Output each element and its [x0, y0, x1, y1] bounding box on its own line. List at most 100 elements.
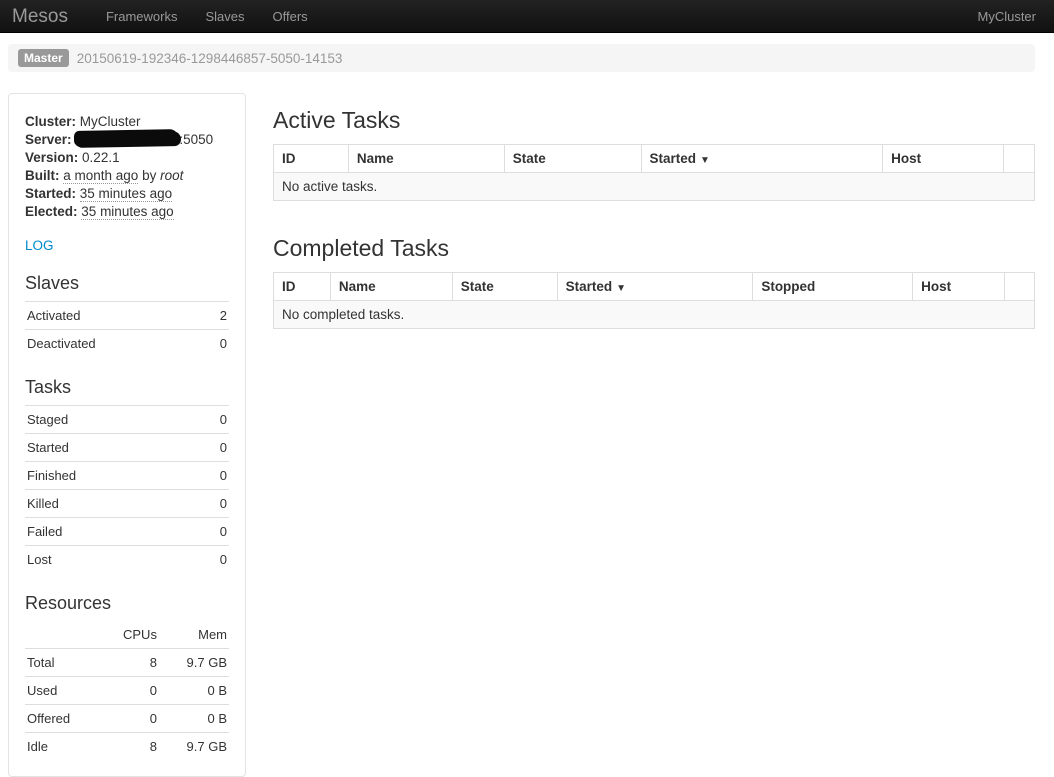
tasks-finished-label: Finished [25, 462, 193, 490]
slaves-activated-label: Activated [25, 302, 202, 330]
active-col-state[interactable]: State [504, 145, 641, 173]
table-row: Staged 0 [25, 406, 229, 434]
table-row: Lost 0 [25, 546, 229, 574]
cluster-name-label: MyCluster [977, 9, 1042, 24]
completed-col-started[interactable]: Started▼ [557, 273, 753, 301]
sort-desc-icon: ▼ [700, 155, 710, 166]
table-row: Used 0 0 B [25, 677, 229, 705]
resources-used-mem: 0 B [159, 677, 229, 705]
log-link[interactable]: LOG [25, 238, 54, 253]
cluster-row: Cluster: MyCluster [25, 113, 229, 131]
slaves-table: Activated 2 Deactivated 0 [25, 301, 229, 357]
completed-col-actions [1004, 273, 1034, 301]
master-id: 20150619-192346-1298446857-5050-14153 [77, 51, 343, 66]
main-content: Active Tasks ID Name State Started▼ Host… [273, 93, 1035, 329]
table-row: Offered 0 0 B [25, 705, 229, 733]
tasks-lost-label: Lost [25, 546, 193, 574]
active-tasks-table: ID Name State Started▼ Host No active ta… [273, 144, 1035, 201]
tasks-summary-table: Staged 0 Started 0 Finished 0 Killed 0 F… [25, 405, 229, 573]
nav-frameworks[interactable]: Frameworks [92, 0, 192, 33]
tasks-started-label: Started [25, 434, 193, 462]
resources-corner-cell [25, 621, 99, 649]
table-row: Deactivated 0 [25, 330, 229, 358]
elected-relative-time: 35 minutes ago [81, 204, 173, 220]
tasks-section-title: Tasks [25, 377, 229, 398]
slaves-activated-value: 2 [202, 302, 229, 330]
table-row: Idle 8 9.7 GB [25, 733, 229, 761]
completed-col-name[interactable]: Name [330, 273, 452, 301]
active-col-name[interactable]: Name [348, 145, 504, 173]
built-by-text: by [142, 168, 156, 183]
active-col-id[interactable]: ID [274, 145, 349, 173]
cluster-label: Cluster: [25, 114, 76, 129]
completed-col-state[interactable]: State [452, 273, 557, 301]
table-row: Failed 0 [25, 518, 229, 546]
elected-row: Elected: 35 minutes ago [25, 203, 229, 221]
table-row: Total 8 9.7 GB [25, 649, 229, 677]
top-navbar: Mesos Frameworks Slaves Offers MyCluster [0, 0, 1054, 33]
completed-col-id[interactable]: ID [274, 273, 331, 301]
completed-tasks-empty-row: No completed tasks. [274, 301, 1035, 329]
tasks-lost-value: 0 [193, 546, 229, 574]
resources-idle-mem: 9.7 GB [159, 733, 229, 761]
tasks-finished-value: 0 [193, 462, 229, 490]
main-nav: Frameworks Slaves Offers [92, 0, 322, 32]
resources-header-row: CPUs Mem [25, 621, 229, 649]
sidebar: Cluster: MyCluster Server: :5050 Version… [8, 93, 246, 777]
active-tasks-title: Active Tasks [273, 107, 1035, 134]
tasks-staged-value: 0 [193, 406, 229, 434]
built-user: root [160, 168, 183, 183]
resources-used-cpus: 0 [99, 677, 159, 705]
version-value: 0.22.1 [82, 150, 120, 165]
tasks-killed-label: Killed [25, 490, 193, 518]
tasks-failed-value: 0 [193, 518, 229, 546]
active-tasks-empty-message: No active tasks. [274, 173, 1035, 201]
tasks-failed-label: Failed [25, 518, 193, 546]
resources-section-title: Resources [25, 593, 229, 614]
active-col-started-label: Started [650, 151, 697, 166]
tasks-started-value: 0 [193, 434, 229, 462]
active-tasks-header-row: ID Name State Started▼ Host [274, 145, 1035, 173]
started-relative-time: 35 minutes ago [80, 186, 172, 202]
completed-tasks-table: ID Name State Started▼ Stopped Host No c… [273, 272, 1035, 329]
completed-col-started-label: Started [566, 279, 613, 294]
elected-label: Elected: [25, 204, 78, 219]
resources-table: CPUs Mem Total 8 9.7 GB Used 0 0 B Offer… [25, 621, 229, 760]
active-col-host[interactable]: Host [883, 145, 1004, 173]
version-row: Version: 0.22.1 [25, 149, 229, 167]
completed-tasks-empty-message: No completed tasks. [274, 301, 1035, 329]
resources-idle-cpus: 8 [99, 733, 159, 761]
resources-mem-header: Mem [159, 621, 229, 649]
table-row: Killed 0 [25, 490, 229, 518]
completed-col-host[interactable]: Host [913, 273, 1005, 301]
server-row: Server: :5050 [25, 131, 229, 149]
tasks-staged-label: Staged [25, 406, 193, 434]
resources-offered-mem: 0 B [159, 705, 229, 733]
built-relative-time: a month ago [63, 168, 138, 184]
cluster-value: MyCluster [80, 114, 141, 129]
slaves-section-title: Slaves [25, 273, 229, 294]
server-port: :5050 [179, 132, 213, 147]
active-col-actions [1004, 145, 1035, 173]
started-row: Started: 35 minutes ago [25, 185, 229, 203]
completed-tasks-header-row: ID Name State Started▼ Stopped Host [274, 273, 1035, 301]
table-row: Activated 2 [25, 302, 229, 330]
built-label: Built: [25, 168, 60, 183]
resources-total-cpus: 8 [99, 649, 159, 677]
master-bar: Master 20150619-192346-1298446857-5050-1… [8, 44, 1035, 72]
master-badge: Master [18, 49, 69, 67]
tasks-killed-value: 0 [193, 490, 229, 518]
active-col-started[interactable]: Started▼ [641, 145, 883, 173]
completed-col-stopped[interactable]: Stopped [753, 273, 913, 301]
nav-offers[interactable]: Offers [259, 0, 322, 33]
resources-cpus-header: CPUs [99, 621, 159, 649]
brand-link[interactable]: Mesos [12, 0, 68, 33]
version-label: Version: [25, 150, 78, 165]
slaves-deactivated-value: 0 [202, 330, 229, 358]
completed-tasks-title: Completed Tasks [273, 235, 1035, 262]
resources-total-label: Total [25, 649, 99, 677]
server-label: Server: [25, 132, 72, 147]
nav-slaves[interactable]: Slaves [191, 0, 258, 33]
table-row: Started 0 [25, 434, 229, 462]
table-row: Finished 0 [25, 462, 229, 490]
